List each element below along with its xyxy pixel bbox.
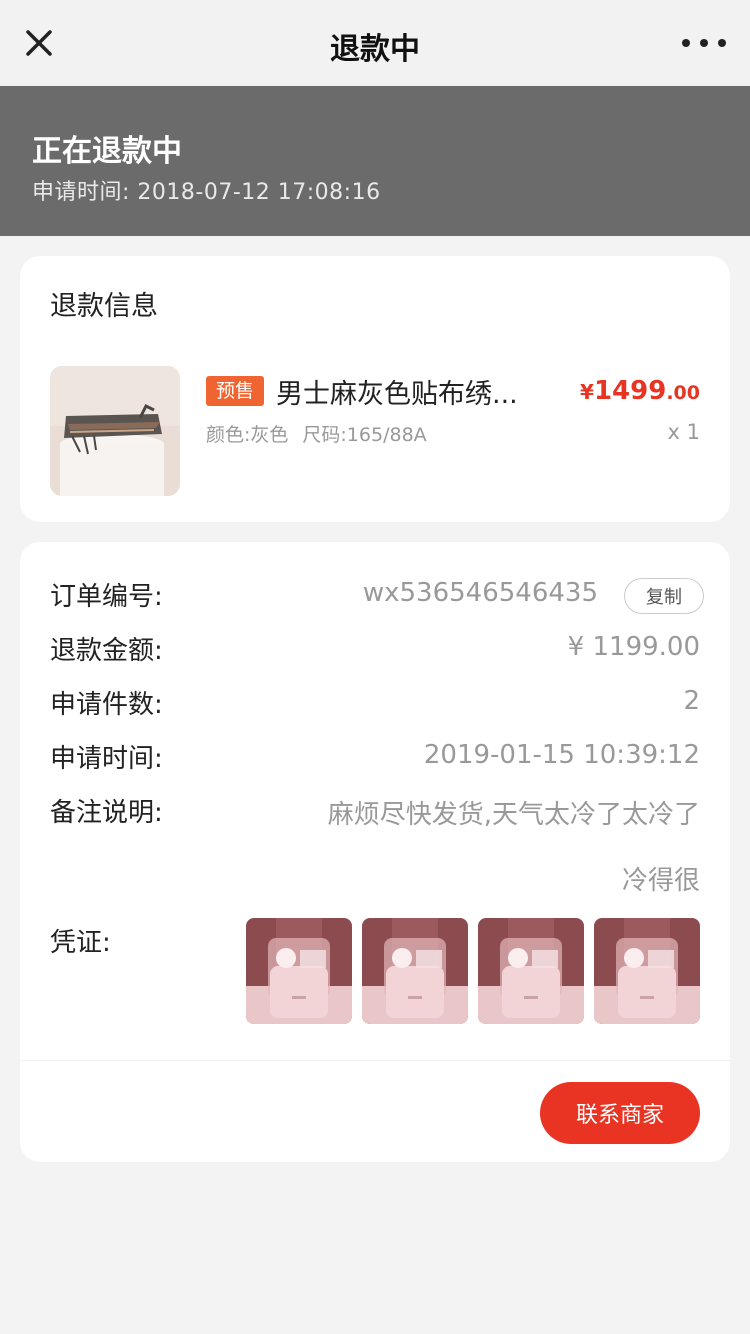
status-title: 正在退款中 <box>32 134 182 169</box>
order-no-label: 订单编号: <box>50 582 163 612</box>
status-time: 申请时间: 2018-07-12 17:08:16 <box>32 174 381 206</box>
apply-count-label: 申请件数: <box>50 690 163 720</box>
proof-image[interactable] <box>478 918 584 1024</box>
note-label: 备注说明: <box>50 798 163 828</box>
apply-time-value: 2019-01-15 10:39:12 <box>423 740 700 770</box>
spec-color: 颜色:灰色 <box>206 424 289 446</box>
product-quantity: x 1 <box>667 420 700 444</box>
order-info-card: 订单编号: wx536546546435 复制 退款金额: ¥ 1199.00 … <box>20 542 730 1162</box>
product-price: ¥1499.00 <box>580 376 700 406</box>
product-spec: 颜色:灰色 尺码:165/88A <box>206 420 427 447</box>
nav-bar: 退款中 <box>0 0 750 86</box>
status-time-label: 申请时间: <box>32 180 130 205</box>
proof-image[interactable] <box>246 918 352 1024</box>
price-integer: 1499 <box>593 376 667 406</box>
order-no-value: wx536546546435 <box>362 578 598 608</box>
presale-badge: 预售 <box>206 376 265 406</box>
refund-amount-label: 退款金额: <box>50 636 163 666</box>
note-value-line2: 冷得很 <box>621 866 700 896</box>
divider <box>20 1060 730 1061</box>
proof-images <box>246 918 700 1024</box>
price-symbol: ¥ <box>580 380 594 404</box>
section-title: 退款信息 <box>50 291 158 322</box>
status-time-value: 2018-07-12 17:08:16 <box>137 180 381 205</box>
copy-button[interactable]: 复制 <box>624 578 704 614</box>
note-value: 麻烦尽快发货,天气太冷了太冷了 <box>327 800 700 830</box>
proof-image[interactable] <box>362 918 468 1024</box>
price-decimal: .00 <box>666 382 700 404</box>
apply-count-value: 2 <box>683 686 700 716</box>
contact-merchant-button[interactable]: 联系商家 <box>540 1082 700 1144</box>
apply-time-label: 申请时间: <box>50 744 163 774</box>
refund-info-card: 退款信息 预售 男士麻灰色贴布绣... ¥1499.00 颜色:灰色 尺码:165… <box>20 256 730 522</box>
page-title: 退款中 <box>330 32 420 67</box>
product-name[interactable]: 男士麻灰色贴布绣... <box>276 372 536 411</box>
refund-amount-value: ¥ 1199.00 <box>567 632 700 662</box>
product-image[interactable] <box>50 366 180 496</box>
status-header: 正在退款中 申请时间: 2018-07-12 17:08:16 <box>0 86 750 236</box>
proof-label: 凭证: <box>50 928 111 958</box>
proof-image[interactable] <box>594 918 700 1024</box>
spec-size: 尺码:165/88A <box>302 424 427 446</box>
more-icon[interactable] <box>682 36 726 50</box>
